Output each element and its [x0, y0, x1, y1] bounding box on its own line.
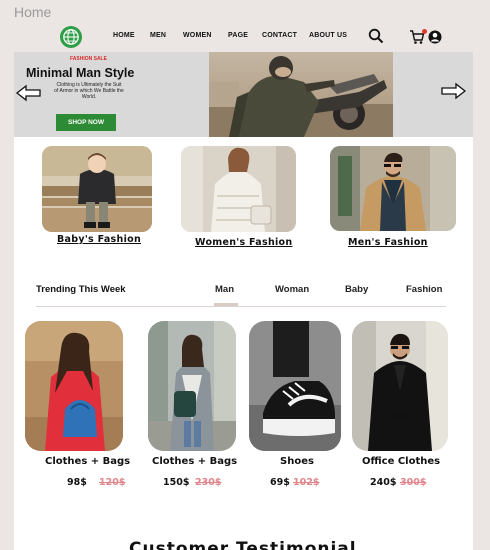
- product-price-2: 150$: [163, 477, 190, 488]
- category-image-baby: [42, 146, 152, 232]
- tabs-divider: [36, 306, 446, 307]
- product-image-2: [148, 321, 236, 451]
- globe-icon[interactable]: [60, 26, 82, 48]
- tab-man[interactable]: Man: [215, 284, 234, 295]
- category-label-men[interactable]: Men's Fashion: [348, 237, 428, 248]
- hero-sale-tag: FASHION SALE: [70, 56, 107, 62]
- product-old-price-1: 120$: [99, 477, 126, 488]
- tab-woman[interactable]: Woman: [275, 284, 309, 295]
- nav-women[interactable]: WOMEN: [183, 32, 212, 39]
- product-image-3: [249, 321, 341, 451]
- category-label-baby[interactable]: Baby's Fashion: [57, 234, 141, 245]
- category-image-men: [330, 146, 456, 231]
- product-image-1: [25, 321, 123, 451]
- category-image-women: [181, 146, 296, 232]
- user-icon[interactable]: [428, 30, 442, 44]
- category-card-women[interactable]: [181, 146, 296, 232]
- category-card-men[interactable]: [330, 146, 456, 231]
- arrow-left-icon[interactable]: [16, 84, 42, 102]
- product-old-price-4: 300$: [400, 477, 427, 488]
- product-name-3: Shoes: [280, 456, 314, 467]
- product-card-1[interactable]: [25, 321, 123, 451]
- product-price-3: 69$: [270, 477, 290, 488]
- product-image-4: [352, 321, 448, 451]
- navbar: HOME MEN WOMEN PAGE CONTACT ABOUT US: [14, 22, 473, 52]
- hero-image: [209, 52, 393, 137]
- cart-badge: [422, 29, 427, 34]
- nav-men[interactable]: MEN: [150, 32, 166, 39]
- nav-page[interactable]: PAGE: [228, 32, 248, 39]
- hero-title: Minimal Man Style: [26, 66, 135, 80]
- page-label: Home: [14, 4, 52, 20]
- tab-fashion[interactable]: Fashion: [406, 284, 442, 295]
- category-label-women[interactable]: Women's Fashion: [195, 237, 292, 248]
- product-name-4: Office Clothes: [362, 456, 441, 467]
- product-name-2: Clothes + Bags: [152, 456, 238, 467]
- website-frame: HOME MEN WOMEN PAGE CONTACT ABOUT US FAS…: [14, 22, 473, 550]
- hero-banner: FASHION SALE Minimal Man Style Clothing …: [14, 52, 473, 137]
- product-card-3[interactable]: [249, 321, 341, 451]
- arrow-right-icon[interactable]: [440, 82, 466, 100]
- testimonial-heading: Customer Testimonial: [129, 539, 357, 550]
- trending-title: Trending This Week: [36, 284, 126, 295]
- shop-now-button[interactable]: SHOP NOW: [56, 114, 116, 131]
- product-card-4[interactable]: [352, 321, 448, 451]
- product-price-1: 98$: [67, 477, 87, 488]
- hero-subtitle: Clothing is Ultimately the Suit of Armor…: [54, 82, 124, 100]
- product-price-4: 240$: [370, 477, 397, 488]
- product-name-1: Clothes + Bags: [45, 456, 131, 467]
- nav-about-us[interactable]: ABOUT US: [309, 32, 347, 39]
- product-old-price-2: 230$: [195, 477, 222, 488]
- tab-baby[interactable]: Baby: [345, 284, 368, 295]
- product-card-2[interactable]: [148, 321, 236, 451]
- product-old-price-3: 102$: [293, 477, 320, 488]
- category-card-baby[interactable]: [42, 146, 152, 232]
- nav-home[interactable]: HOME: [113, 32, 135, 39]
- nav-contact[interactable]: CONTACT: [262, 32, 297, 39]
- search-icon[interactable]: [368, 28, 384, 44]
